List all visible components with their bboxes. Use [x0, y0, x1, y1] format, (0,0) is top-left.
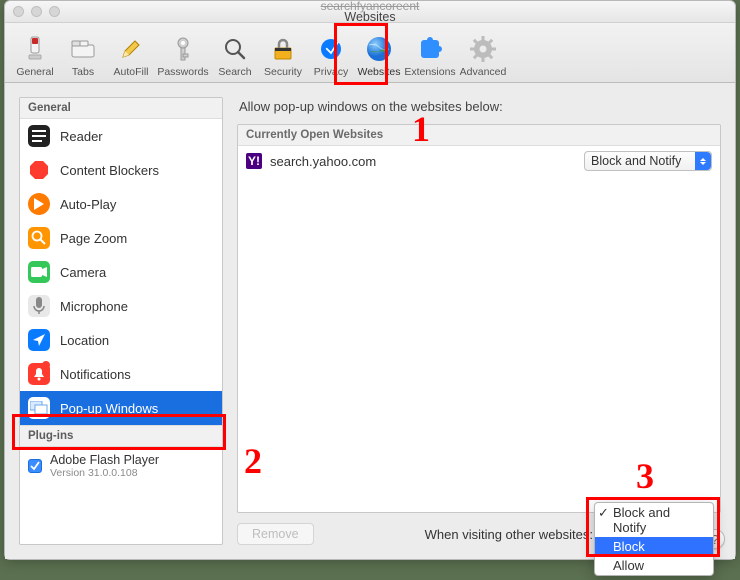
- other-websites-dropdown[interactable]: ✓ Block and Notify Block Allow: [594, 502, 714, 576]
- sidebar-item-reader[interactable]: Reader: [20, 119, 222, 153]
- panel-caption: Allow pop-up windows on the websites bel…: [239, 99, 721, 114]
- plugin-version: Version 31.0.0.108: [50, 467, 159, 479]
- privacy-icon: [316, 34, 346, 64]
- other-websites-label: When visiting other websites:: [425, 527, 593, 542]
- dropdown-option-block-notify[interactable]: ✓ Block and Notify: [595, 503, 713, 537]
- website-row[interactable]: Y! search.yahoo.com Block and Notify: [238, 146, 720, 176]
- sidebar-item-camera[interactable]: Camera: [20, 255, 222, 289]
- toolbar-privacy[interactable]: Privacy: [307, 34, 355, 78]
- sidebar-item-popups[interactable]: Pop-up Windows: [20, 391, 222, 425]
- detail-panel: Allow pop-up windows on the websites bel…: [237, 97, 721, 545]
- favicon: Y!: [246, 153, 262, 169]
- play-icon: [28, 193, 50, 215]
- toolbar-autofill[interactable]: AutoFill: [107, 34, 155, 78]
- toolbar-search[interactable]: Search: [211, 34, 259, 78]
- key-icon: [168, 34, 198, 64]
- switch-icon: [20, 34, 50, 64]
- sidebar-item-content-blockers[interactable]: Content Blockers: [20, 153, 222, 187]
- titlebar: searchfyancoreent Websites: [5, 1, 735, 23]
- website-name: search.yahoo.com: [270, 154, 576, 169]
- globe-icon: [364, 34, 394, 64]
- reader-icon: [28, 125, 50, 147]
- toolbar-websites[interactable]: Websites: [355, 34, 403, 78]
- pencil-icon: [116, 34, 146, 64]
- chevron-updown-icon: [695, 152, 711, 170]
- content-area: General Reader Content Blockers Auto-Pla…: [5, 83, 735, 559]
- sidebar-item-auto-play[interactable]: Auto-Play: [20, 187, 222, 221]
- settings-sidebar: General Reader Content Blockers Auto-Pla…: [19, 97, 223, 545]
- camera-icon: [28, 261, 50, 283]
- location-icon: [28, 329, 50, 351]
- search-icon: [220, 34, 250, 64]
- sidebar-section-general: General: [20, 98, 222, 119]
- gear-icon: [468, 34, 498, 64]
- toolbar-tabs[interactable]: Tabs: [59, 34, 107, 78]
- sidebar-item-location[interactable]: Location: [20, 323, 222, 357]
- toolbar-advanced[interactable]: Advanced: [457, 34, 509, 78]
- plugin-checkbox[interactable]: [28, 459, 42, 473]
- toolbar-general[interactable]: General: [11, 34, 59, 78]
- toolbar-extensions[interactable]: Extensions: [403, 34, 457, 78]
- window-title: Websites: [5, 12, 735, 23]
- sidebar-item-notifications[interactable]: Notifications: [20, 357, 222, 391]
- list-header: Currently Open Websites: [238, 125, 720, 146]
- websites-list: Currently Open Websites Y! search.yahoo.…: [237, 124, 721, 513]
- sidebar-item-page-zoom[interactable]: Page Zoom: [20, 221, 222, 255]
- sidebar-item-microphone[interactable]: Microphone: [20, 289, 222, 323]
- microphone-icon: [28, 295, 50, 317]
- website-setting-select[interactable]: Block and Notify: [584, 151, 712, 171]
- check-icon: ✓: [598, 505, 609, 521]
- windows-icon: [28, 397, 50, 419]
- preferences-window: searchfyancoreent Websites General Tabs …: [4, 0, 736, 560]
- preferences-toolbar: General Tabs AutoFill Passwords Search: [5, 23, 735, 83]
- tabs-icon: [68, 34, 98, 64]
- dropdown-option-allow[interactable]: Allow: [595, 556, 713, 575]
- toolbar-passwords[interactable]: Passwords: [155, 34, 211, 78]
- zoom-icon: [28, 227, 50, 249]
- lock-icon: [268, 34, 298, 64]
- plugin-flash[interactable]: Adobe Flash Player Version 31.0.0.108: [20, 447, 222, 485]
- puzzle-icon: [415, 34, 445, 64]
- toolbar-security[interactable]: Security: [259, 34, 307, 78]
- plugin-name: Adobe Flash Player: [50, 453, 159, 467]
- sidebar-section-plugins: Plug-ins: [20, 425, 222, 447]
- remove-button[interactable]: Remove: [237, 523, 314, 545]
- stop-icon: [28, 159, 50, 181]
- notification-badge: [42, 361, 50, 369]
- dropdown-option-block[interactable]: Block: [595, 537, 713, 556]
